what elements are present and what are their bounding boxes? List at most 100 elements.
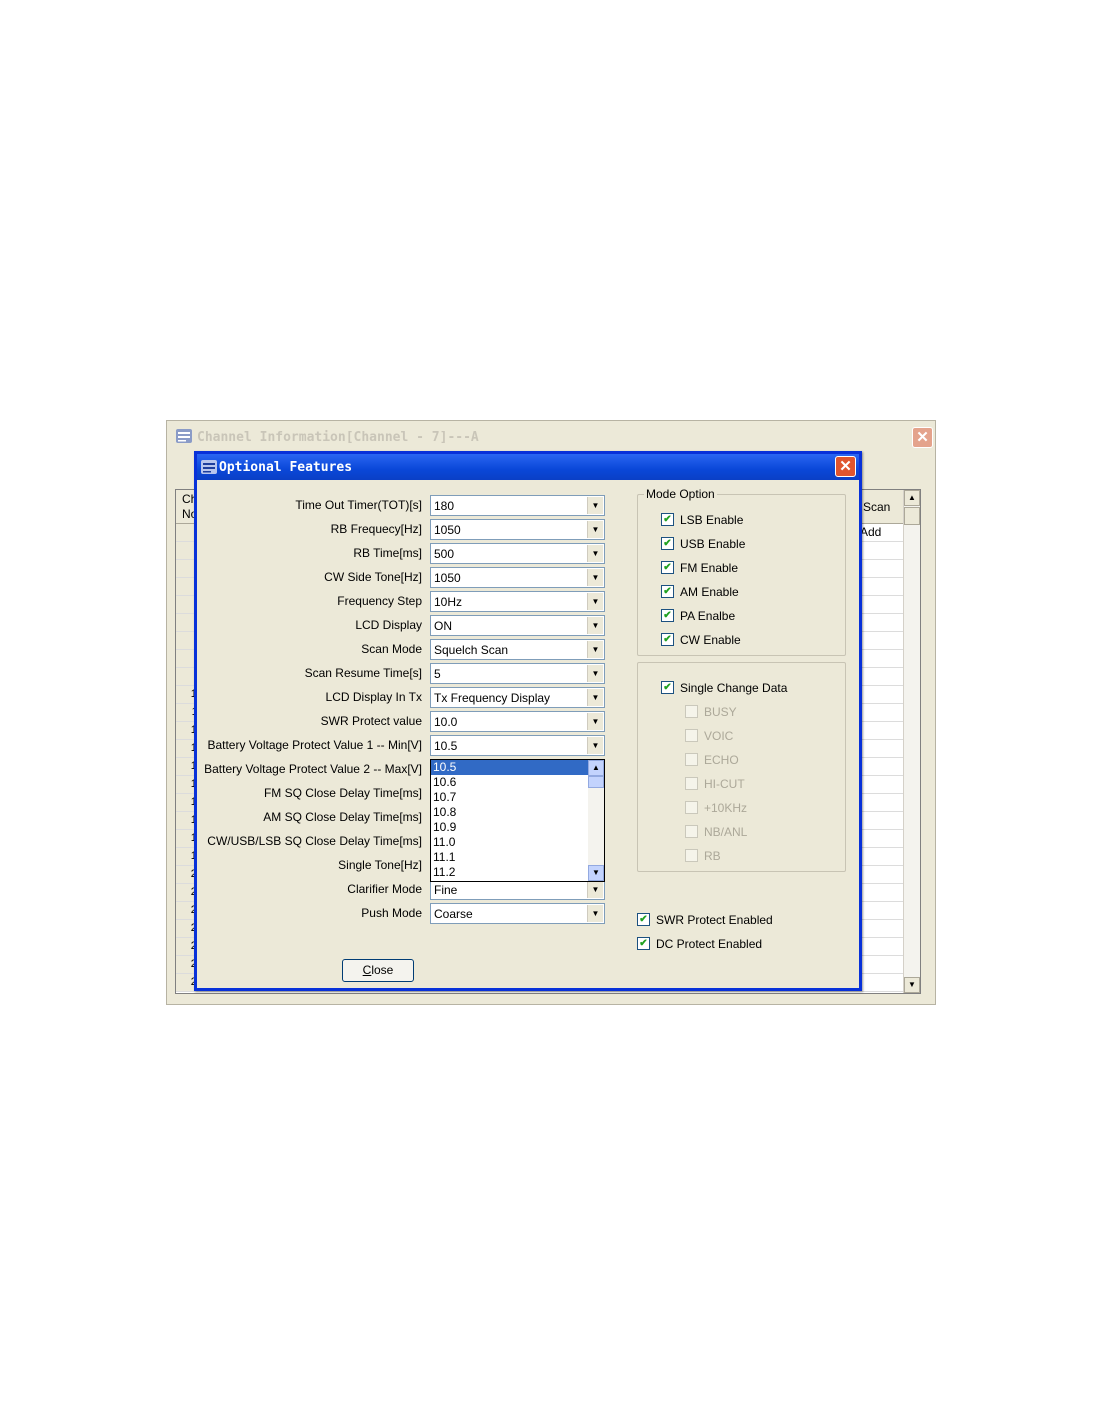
- channel-information-titlebar[interactable]: Channel Information[Channel - 7]---A ✕: [167, 421, 935, 453]
- row-scan-value: Add: [860, 525, 882, 539]
- hi-cut-checkbox: HI-CUT: [685, 777, 745, 793]
- chevron-down-icon[interactable]: ▼: [587, 569, 603, 586]
- cw-enable-checkbox[interactable]: ✔ CW Enable: [661, 633, 741, 649]
- grid-header-scan[interactable]: Scan: [858, 490, 906, 524]
- dropdown-option[interactable]: 10.6: [431, 775, 588, 790]
- checkbox-checked-icon[interactable]: ✔: [637, 913, 650, 927]
- chevron-down-icon[interactable]: ▼: [587, 545, 603, 562]
- cw-usb-lsb-sq-close-delay-time-ms-label: CW/USB/LSB SQ Close Delay Time[ms]: [207, 834, 422, 848]
- dropdown-scrollbar[interactable]: ▲ ▼: [588, 760, 604, 881]
- frequency-step-combo[interactable]: 10Hz ▼: [430, 591, 605, 612]
- lcd-display-in-tx-combo[interactable]: Tx Frequency Display ▼: [430, 687, 605, 708]
- single-tone-hz-label: Single Tone[Hz]: [338, 858, 422, 872]
- rb-frequecy-hz-combo[interactable]: 1050 ▼: [430, 519, 605, 540]
- rb-frequecy-hz-value: 1050: [434, 523, 461, 537]
- echo-checkbox-label: ECHO: [704, 753, 739, 767]
- checkbox-checked-icon[interactable]: ✔: [661, 681, 674, 695]
- fm-enable-checkbox-label: FM Enable: [680, 561, 739, 575]
- pa-enalbe-checkbox[interactable]: ✔ PA Enalbe: [661, 609, 735, 625]
- lcd-display-combo[interactable]: ON ▼: [430, 615, 605, 636]
- dc-protect-enabled-checkbox[interactable]: ✔ DC Protect Enabled: [637, 937, 762, 953]
- dropdown-option[interactable]: 11.1: [431, 850, 588, 865]
- am-sq-close-delay-time-ms-label: AM SQ Close Delay Time[ms]: [263, 810, 422, 824]
- lsb-enable-checkbox[interactable]: ✔ LSB Enable: [661, 513, 743, 529]
- usb-enable-checkbox[interactable]: ✔ USB Enable: [661, 537, 745, 553]
- scan-resume-time-s-combo[interactable]: 5 ▼: [430, 663, 605, 684]
- scan-resume-time-s-label: Scan Resume Time[s]: [304, 666, 422, 680]
- busy-checkbox-label: BUSY: [704, 705, 737, 719]
- chevron-down-icon[interactable]: ▼: [587, 881, 603, 898]
- scan-mode-combo[interactable]: Squelch Scan ▼: [430, 639, 605, 660]
- chevron-down-icon[interactable]: ▼: [587, 593, 603, 610]
- close-button[interactable]: Close: [342, 959, 414, 982]
- checkbox-icon: [685, 705, 698, 719]
- swr-protect-enabled-checkbox-label: SWR Protect Enabled: [656, 913, 773, 927]
- nb-anl-checkbox-label: NB/ANL: [704, 825, 748, 839]
- battery-voltage-protect-value-1-min-v-combo[interactable]: 10.5 ▼: [430, 735, 605, 756]
- time-out-timer-tot-s-value: 180: [434, 499, 455, 513]
- chevron-down-icon[interactable]: ▼: [587, 641, 603, 658]
- echo-checkbox: ECHO: [685, 753, 739, 769]
- chevron-down-icon[interactable]: ▼: [587, 737, 603, 754]
- time-out-timer-tot-s-combo[interactable]: 180 ▼: [430, 495, 605, 516]
- nb-anl-checkbox: NB/ANL: [685, 825, 747, 841]
- battery-voltage-protect-value-1-min-v-label: Battery Voltage Protect Value 1 -- Min[V…: [207, 738, 422, 752]
- checkbox-checked-icon[interactable]: ✔: [661, 585, 674, 599]
- checkbox-checked-icon[interactable]: ✔: [661, 633, 674, 647]
- optional-features-titlebar[interactable]: Optional Features ✕: [197, 454, 859, 480]
- cw-enable-checkbox-label: CW Enable: [680, 633, 741, 647]
- chevron-down-icon[interactable]: ▼: [587, 521, 603, 538]
- chevron-down-icon[interactable]: ▼: [587, 713, 603, 730]
- grid-scrollbar[interactable]: ▲ ▼: [903, 490, 920, 993]
- dropdown-scroll-thumb[interactable]: [588, 776, 604, 788]
- scan-mode-label: Scan Mode: [361, 642, 422, 656]
- busy-checkbox: BUSY: [685, 705, 737, 721]
- chevron-down-icon[interactable]: ▼: [587, 689, 603, 706]
- optional-features-dialog: Optional Features ✕ Time Out Timer(TOT)[…: [194, 451, 862, 991]
- checkbox-checked-icon[interactable]: ✔: [637, 937, 650, 951]
- dropdown-option[interactable]: 10.7: [431, 790, 588, 805]
- checkbox-checked-icon[interactable]: ✔: [661, 609, 674, 623]
- fm-enable-checkbox[interactable]: ✔ FM Enable: [661, 561, 738, 577]
- scroll-down-icon[interactable]: ▼: [904, 977, 920, 993]
- checkbox-checked-icon[interactable]: ✔: [661, 537, 674, 551]
- close-icon[interactable]: ✕: [912, 427, 933, 448]
- dropdown-option[interactable]: 10.5: [431, 760, 588, 775]
- chevron-down-icon[interactable]: ▼: [587, 905, 603, 922]
- am-enable-checkbox[interactable]: ✔ AM Enable: [661, 585, 739, 601]
- dropdown-option[interactable]: 10.8: [431, 805, 588, 820]
- rb-time-ms-value: 500: [434, 547, 455, 561]
- push-mode-combo[interactable]: Coarse ▼: [430, 903, 605, 924]
- checkbox-checked-icon[interactable]: ✔: [661, 513, 674, 527]
- single-change-data-checkbox[interactable]: ✔ Single Change Data: [661, 681, 787, 697]
- scroll-up-icon[interactable]: ▲: [904, 490, 920, 506]
- checkbox-checked-icon[interactable]: ✔: [661, 561, 674, 575]
- optional-features-title: Optional Features: [219, 460, 353, 475]
- dropdown-option[interactable]: 11.0: [431, 835, 588, 850]
- chevron-down-icon[interactable]: ▼: [587, 617, 603, 634]
- checkbox-icon: [685, 825, 698, 839]
- swr-protect-value-combo[interactable]: 10.0 ▼: [430, 711, 605, 732]
- 10khz-checkbox-label: +10KHz: [704, 801, 748, 815]
- rb-checkbox: RB: [685, 849, 721, 865]
- grid-scroll-thumb[interactable]: [904, 507, 920, 525]
- dc-protect-enabled-checkbox-label: DC Protect Enabled: [656, 937, 763, 951]
- close-icon[interactable]: ✕: [835, 456, 856, 477]
- hi-cut-checkbox-label: HI-CUT: [704, 777, 745, 791]
- dropdown-option[interactable]: 10.9: [431, 820, 588, 835]
- battery-min-dropdown-list[interactable]: 10.5 10.6 10.7 10.8 10.9 11.0 11.1 11.2 ▲ ▼: [430, 759, 605, 882]
- clarifier-mode-combo[interactable]: Fine ▼: [430, 879, 605, 900]
- single-change-data-checkbox-label: Single Change Data: [680, 681, 788, 695]
- channel-information-title: Channel Information[Channel - 7]---A: [197, 430, 479, 445]
- cw-side-tone-hz-value: 1050: [434, 571, 461, 585]
- lcd-display-in-tx-label: LCD Display In Tx: [325, 690, 422, 704]
- swr-protect-enabled-checkbox[interactable]: ✔ SWR Protect Enabled: [637, 913, 773, 929]
- rb-time-ms-combo[interactable]: 500 ▼: [430, 543, 605, 564]
- scroll-up-icon[interactable]: ▲: [588, 760, 604, 776]
- chevron-down-icon[interactable]: ▼: [587, 497, 603, 514]
- chevron-down-icon[interactable]: ▼: [587, 665, 603, 682]
- cw-side-tone-hz-combo[interactable]: 1050 ▼: [430, 567, 605, 588]
- scroll-down-icon[interactable]: ▼: [588, 865, 604, 881]
- dropdown-option[interactable]: 11.2: [431, 865, 588, 880]
- battery-voltage-protect-value-1-min-v-value: 10.5: [434, 739, 458, 753]
